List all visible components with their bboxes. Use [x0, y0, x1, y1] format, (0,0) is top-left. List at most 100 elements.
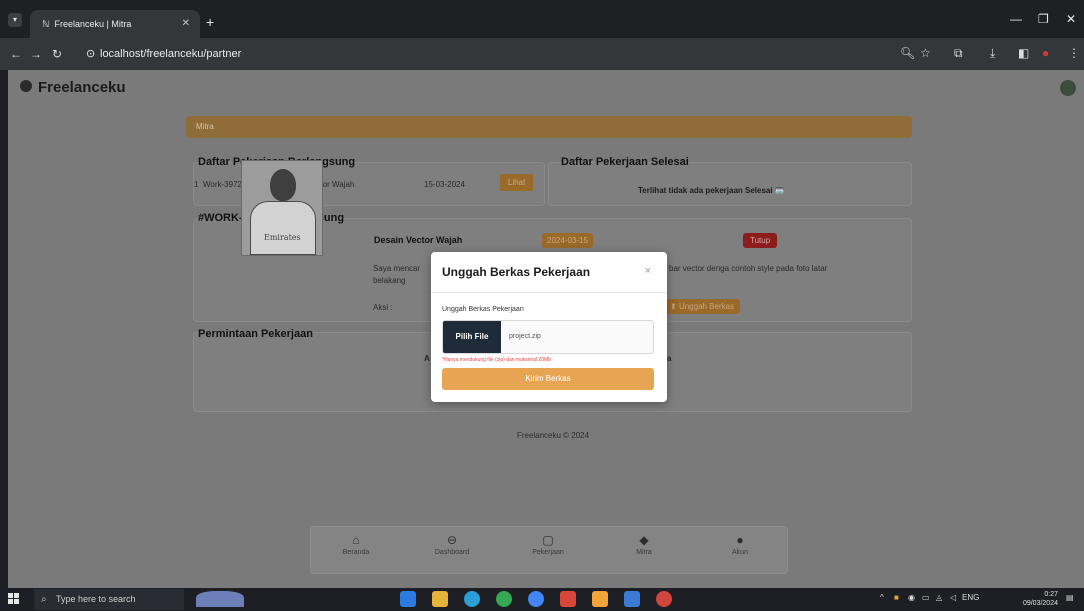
chrome-profile-icon[interactable] — [656, 591, 672, 607]
nav-item-beranda[interactable]: ⌂ Beranda — [311, 533, 401, 556]
back-icon[interactable]: ← — [10, 47, 22, 61]
home-icon: ⌂ — [352, 533, 360, 547]
selected-file-name: project.zip — [509, 333, 541, 340]
upload-file-button[interactable]: ⬆ Unggah Berkas — [664, 299, 741, 314]
forward-icon[interactable]: → — [30, 47, 42, 61]
close-job-button[interactable]: Tutup — [743, 233, 778, 248]
photo-head — [270, 169, 296, 201]
minimize-icon[interactable]: — — [1010, 12, 1022, 26]
nav-label: Dashboard — [434, 549, 470, 556]
store-icon[interactable] — [624, 591, 640, 607]
extensions-icon[interactable]: ⧉ — [954, 46, 963, 61]
browser-menu-icon[interactable]: ⋮ — [1068, 46, 1080, 60]
upload-modal: Unggah Berkas Pekerjaan × Unggah Berkas … — [431, 252, 667, 402]
sidepanel-icon[interactable]: ◧ — [1018, 46, 1029, 60]
account-icon: ● — [736, 533, 744, 547]
profile-icon[interactable]: ● — [1042, 46, 1049, 60]
tray-battery-icon[interactable]: ▭ — [922, 593, 930, 602]
submit-file-button[interactable]: Kirim Berkas — [442, 368, 654, 390]
restore-icon[interactable]: ❐ — [1038, 12, 1049, 26]
taskbar-clock[interactable]: 0:27 09/03/2024 — [1023, 590, 1058, 608]
banner-label: Mitra — [196, 122, 214, 131]
taskbar-search[interactable]: ⌕ Type here to search — [34, 589, 184, 610]
os-taskbar: ⌕ Type here to search ^ ■ ◉ ▭ ◬ ◁ ENG 0:… — [0, 588, 1084, 611]
vscode-icon[interactable] — [400, 591, 416, 607]
tray-volume-icon[interactable]: ◁ — [950, 593, 956, 602]
modal-divider — [431, 292, 667, 293]
modal-close-icon[interactable]: × — [645, 265, 651, 277]
tab-favicon-icon: ℕ — [42, 19, 50, 29]
nav-item-akun[interactable]: ● Akun — [695, 533, 785, 556]
chrome-icon[interactable] — [528, 591, 544, 607]
job-requests-title: Permintaan Pekerjaan — [198, 328, 313, 340]
action-label: Aksi : — [373, 303, 393, 312]
job-detail-name: Desain Vector Wajah — [374, 235, 463, 245]
clock-time: 0:27 — [1044, 591, 1058, 598]
brand-name[interactable]: Freelanceku — [38, 79, 126, 96]
tab-menu-icon[interactable]: ▾ — [8, 13, 22, 27]
clock-date: 09/03/2024 — [1022, 600, 1058, 607]
tab-close-icon[interactable]: ✕ — [182, 10, 190, 38]
finished-jobs-title: Daftar Pekerjaan Selesai — [561, 156, 689, 168]
view-job-button[interactable]: Lihat — [500, 174, 534, 191]
briefcase-icon: ▢ — [542, 533, 554, 547]
url-field[interactable]: ⊙ localhost/freelanceku/partner — [86, 44, 886, 64]
upload-button-label: Unggah Berkas — [678, 302, 735, 311]
bottom-navigation: ⌂ Beranda ⊖ Dashboard ▢ Pekerjaan ◆ Mitr… — [310, 526, 788, 574]
file-input[interactable]: Pilih File project.zip — [442, 320, 654, 354]
url-text: localhost/freelanceku/partner — [100, 48, 242, 60]
photo-caption: Emirates — [264, 233, 301, 242]
avatar[interactable] — [1060, 80, 1076, 96]
nav-label: Beranda — [342, 549, 370, 556]
job-row-code: Work-3972 — [203, 180, 242, 189]
brand-logo-icon — [20, 80, 32, 92]
upload-icon: ⬆ — [670, 302, 679, 311]
nav-item-dashboard[interactable]: ⊖ Dashboard — [407, 533, 497, 556]
tray-chevron-icon[interactable]: ^ — [880, 593, 884, 602]
job-row-number: 1 — [194, 180, 199, 189]
edge-icon[interactable] — [464, 591, 480, 607]
xampp-icon[interactable] — [592, 591, 608, 607]
search-icon: ⌕ — [41, 594, 47, 605]
nav-label: Pekerjaan — [532, 549, 564, 556]
nav-item-mitra[interactable]: ◆ Mitra — [599, 533, 689, 556]
tab-title: Freelanceku | Mitra — [54, 19, 132, 29]
windows-start-icon[interactable] — [8, 593, 20, 605]
app-red-icon[interactable] — [560, 591, 576, 607]
zoom-icon[interactable]: 🔍︎ — [900, 46, 915, 60]
new-tab-icon[interactable]: + — [206, 14, 214, 30]
browser-tab[interactable]: ℕ Freelanceku | Mitra ✕ — [30, 10, 200, 38]
page-footer: Freelanceku © 2024 — [516, 431, 590, 440]
finished-empty-text: Terlihat tidak ada pekerjaan Selesai 🥽 — [638, 186, 785, 195]
requests-fragment-left: A — [424, 354, 430, 363]
nav-item-pekerjaan[interactable]: ▢ Pekerjaan — [503, 533, 593, 556]
file-explorer-icon[interactable] — [432, 591, 448, 607]
modal-title: Unggah Berkas Pekerjaan — [442, 265, 591, 279]
weather-widget-icon[interactable] — [196, 591, 244, 607]
whatsapp-icon[interactable] — [496, 591, 512, 607]
job-desc-left: Saya mencar — [373, 264, 421, 273]
page-banner: Mitra — [186, 116, 912, 138]
notifications-icon[interactable]: ▤ — [1066, 593, 1074, 602]
job-reference-photo: Emirates — [241, 160, 323, 256]
handshake-icon: ◆ — [639, 533, 649, 547]
address-bar-row: ← → ↻ ⊙ localhost/freelanceku/partner 🔍︎… — [0, 38, 1084, 70]
tray-language[interactable]: ENG — [962, 593, 979, 602]
download-icon[interactable]: ⤓ — [990, 46, 995, 61]
tray-app-icon[interactable]: ■ — [894, 593, 899, 602]
bookmark-star-icon[interactable]: ☆ — [920, 46, 931, 60]
choose-file-button[interactable]: Pilih File — [443, 321, 501, 353]
finished-jobs-card — [548, 162, 912, 206]
tray-wifi-icon[interactable]: ◬ — [936, 593, 942, 602]
close-window-icon[interactable]: ✕ — [1066, 12, 1076, 26]
file-hint: *Hanya mendukung file (zip) dan maksimal… — [442, 357, 551, 363]
reload-icon[interactable]: ↻ — [52, 47, 62, 61]
tray-network-icon[interactable]: ◉ — [908, 593, 915, 602]
site-info-icon[interactable]: ⊙ — [86, 44, 95, 64]
taskbar-search-placeholder: Type here to search — [56, 594, 136, 604]
requests-fragment-right: a — [667, 354, 672, 363]
job-desc-right: bar vector denga contoh style pada foto … — [669, 264, 828, 273]
job-row-date: 15-03-2024 — [424, 180, 465, 189]
dashboard-icon: ⊖ — [446, 533, 458, 547]
browser-tabbar: ▾ ℕ Freelanceku | Mitra ✕ + — ❐ ✕ — [0, 0, 1084, 38]
